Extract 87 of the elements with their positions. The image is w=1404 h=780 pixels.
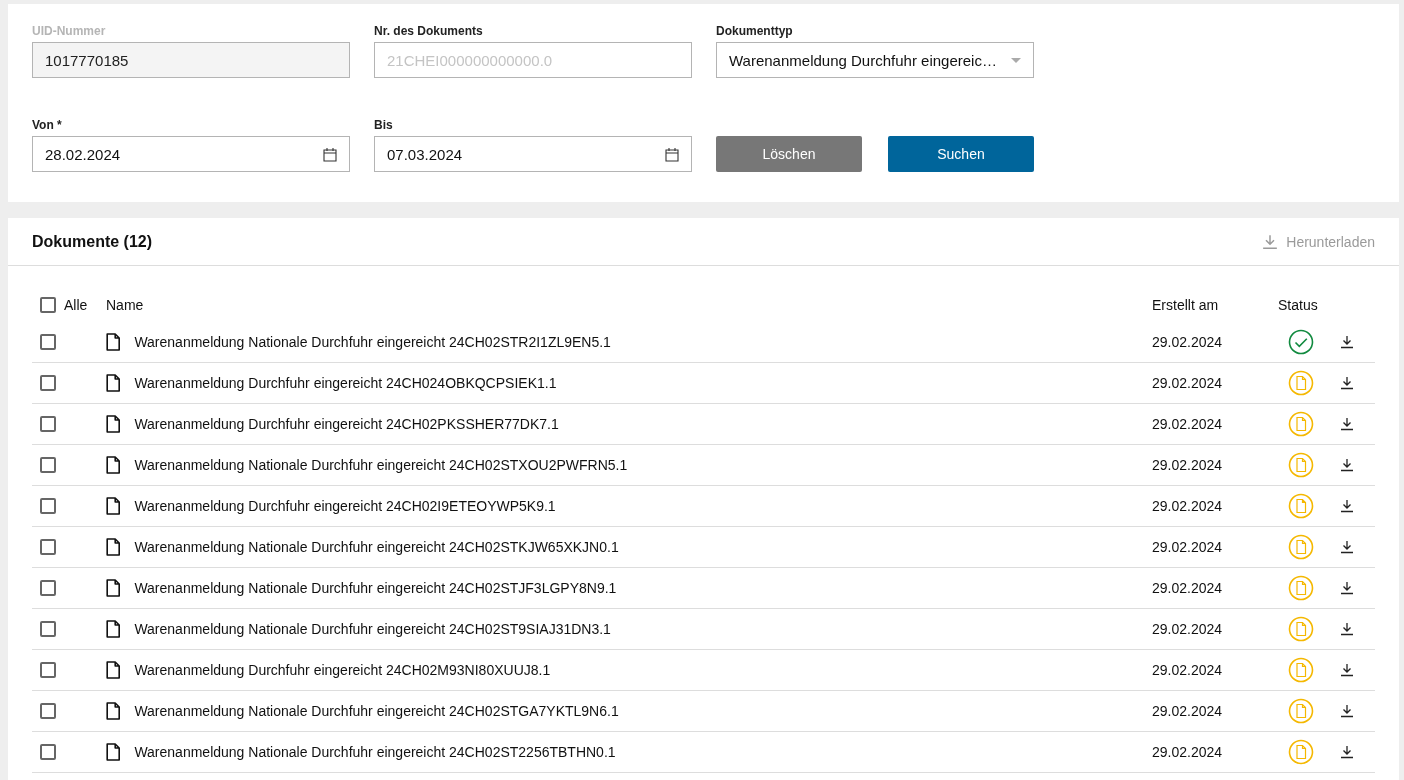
column-header: Status xyxy=(1278,297,1319,313)
field-label: Von * xyxy=(32,118,63,133)
download-icon xyxy=(1340,704,1354,718)
download-icon xyxy=(1340,376,1354,390)
select-all-checkbox[interactable] xyxy=(40,297,56,313)
clear-button[interactable]: Löschen xyxy=(716,136,862,172)
download-button[interactable] xyxy=(1340,622,1354,636)
document-name: Warenanmeldung Nationale Durchfuhr eingereicht 24CH02STXOU2PWFRN5.1 xyxy=(134,457,628,473)
row-checkbox[interactable] xyxy=(40,334,56,350)
document-icon xyxy=(106,415,121,433)
document-icon xyxy=(106,456,121,474)
row-checkbox[interactable] xyxy=(40,703,56,719)
download-icon xyxy=(1340,540,1354,554)
created-date: 29.02.2024 xyxy=(1152,457,1224,473)
document-name: Warenanmeldung Durchfuhr eingereicht 24CH024OBKQCPSIEK1.1 xyxy=(134,375,557,391)
download-icon xyxy=(1340,622,1354,636)
download-icon xyxy=(1340,581,1354,595)
download-button[interactable] xyxy=(1340,663,1354,677)
created-date: 29.02.2024 xyxy=(1152,416,1224,432)
calendar-icon[interactable] xyxy=(323,146,337,162)
download-button[interactable] xyxy=(1340,704,1354,718)
download-icon xyxy=(1340,335,1354,349)
column-header: Erstellt am xyxy=(1152,297,1220,313)
document-icon xyxy=(106,538,121,556)
created-date: 29.02.2024 xyxy=(1152,375,1224,391)
document-type-dropdown[interactable]: Warenanmeldung Durchfuhr eingereic… xyxy=(716,42,1034,78)
date-field[interactable]: 28.02.2024 xyxy=(32,136,350,172)
document-icon xyxy=(106,661,121,679)
calendar-icon[interactable] xyxy=(665,146,679,162)
row-checkbox[interactable] xyxy=(40,662,56,678)
row-checkbox[interactable] xyxy=(40,457,56,473)
document-icon xyxy=(106,743,121,761)
document-icon xyxy=(106,497,121,515)
document-icon xyxy=(106,620,121,638)
download-icon xyxy=(1340,458,1354,472)
created-date: 29.02.2024 xyxy=(1152,662,1224,678)
row-checkbox[interactable] xyxy=(40,498,56,514)
download-icon xyxy=(1340,417,1354,431)
row-checkbox[interactable] xyxy=(40,539,56,555)
document-icon xyxy=(106,333,121,351)
document-name: Warenanmeldung Nationale Durchfuhr eingereicht 24CH02STR2I1ZL9EN5.1 xyxy=(134,334,611,350)
document-icon xyxy=(106,702,121,720)
document-name: Warenanmeldung Nationale Durchfuhr eingereicht 24CH02STJF3LGPY8N9.1 xyxy=(134,580,617,596)
download-button[interactable] xyxy=(1340,499,1354,513)
download-icon xyxy=(1340,745,1354,759)
download-icon xyxy=(1340,663,1354,677)
download-icon xyxy=(1340,499,1354,513)
field-label: UID-Nummer xyxy=(32,24,107,39)
created-date: 29.02.2024 xyxy=(1152,498,1224,514)
document-name: Warenanmeldung Nationale Durchfuhr eingereicht 24CH02ST9SIAJ31DN3.1 xyxy=(134,621,611,637)
document-name: Warenanmeldung Nationale Durchfuhr eingereicht 24CH02STGA7YKTL9N6.1 xyxy=(134,703,619,719)
document-name: Warenanmeldung Nationale Durchfuhr eingereicht 24CH02STKJW65XKJN0.1 xyxy=(134,539,619,555)
row-checkbox[interactable] xyxy=(40,416,56,432)
download-button[interactable] xyxy=(1340,745,1354,759)
caret-icon xyxy=(1011,57,1021,63)
row-checkbox[interactable] xyxy=(40,744,56,760)
document-number-field[interactable]: 21CHEI000000000000.0 xyxy=(374,42,692,78)
row-checkbox[interactable] xyxy=(40,580,56,596)
field-label: Bis xyxy=(374,118,394,133)
column-header: Name xyxy=(106,297,145,313)
download-button[interactable] xyxy=(1340,376,1354,390)
created-date: 29.02.2024 xyxy=(1152,539,1224,555)
date-field[interactable]: 07.03.2024 xyxy=(374,136,692,172)
search-button[interactable]: Suchen xyxy=(888,136,1034,172)
download-icon xyxy=(1262,233,1279,250)
download-button[interactable] xyxy=(1340,417,1354,431)
row-checkbox[interactable] xyxy=(40,375,56,391)
field-label: Dokumenttyp xyxy=(716,24,794,39)
row-checkbox[interactable] xyxy=(40,621,56,637)
created-date: 29.02.2024 xyxy=(1152,334,1224,350)
download-button[interactable] xyxy=(1340,540,1354,554)
document-name: Warenanmeldung Durchfuhr eingereicht 24CH02I9ETEOYWP5K9.1 xyxy=(134,498,556,514)
section-title: Dokumente (12) xyxy=(32,232,153,251)
created-date: 29.02.2024 xyxy=(1152,744,1224,760)
created-date: 29.02.2024 xyxy=(1152,621,1224,637)
document-name: Warenanmeldung Durchfuhr eingereicht 24CH02M93NI80XUUJ8.1 xyxy=(134,662,551,678)
created-date: 29.02.2024 xyxy=(1152,703,1224,719)
created-date: 29.02.2024 xyxy=(1152,580,1224,596)
document-name: Warenanmeldung Nationale Durchfuhr eingereicht 24CH02ST2256TBTHN0.1 xyxy=(134,744,616,760)
document-name: Warenanmeldung Durchfuhr eingereicht 24CH02PKSSHER77DK7.1 xyxy=(134,416,559,432)
download-button[interactable] xyxy=(1340,458,1354,472)
document-icon xyxy=(106,579,121,597)
select-all-label: Alle xyxy=(64,297,88,313)
document-icon xyxy=(106,374,121,392)
download-button[interactable] xyxy=(1340,581,1354,595)
download-button[interactable] xyxy=(1340,335,1354,349)
field-label: Nr. des Dokuments xyxy=(374,24,484,39)
